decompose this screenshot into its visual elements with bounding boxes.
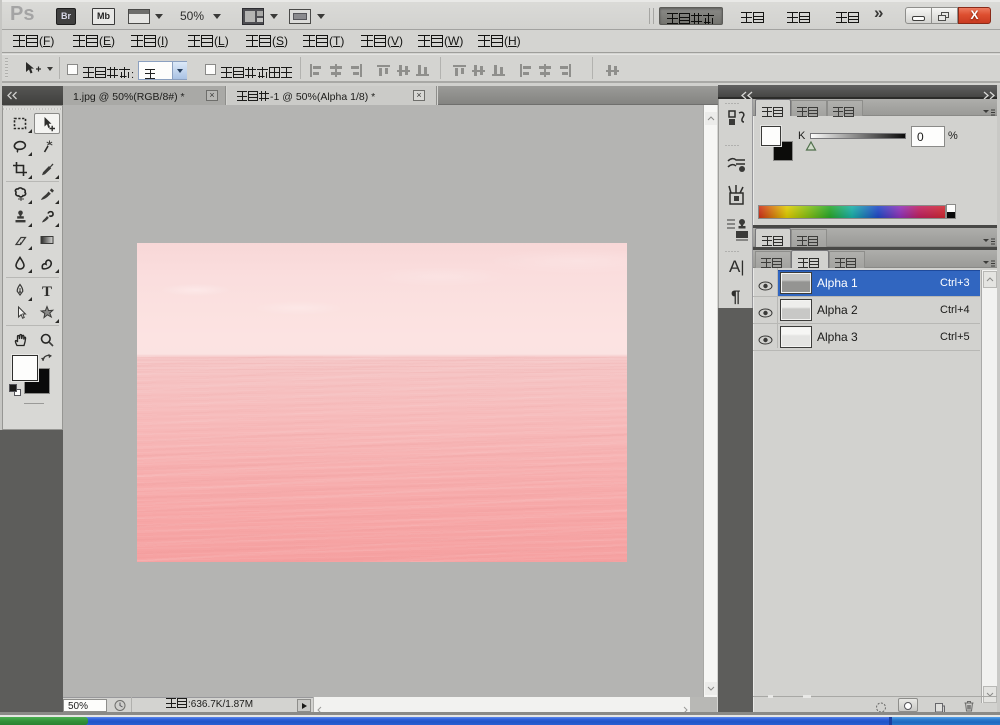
svg-text:T: T	[42, 284, 52, 299]
